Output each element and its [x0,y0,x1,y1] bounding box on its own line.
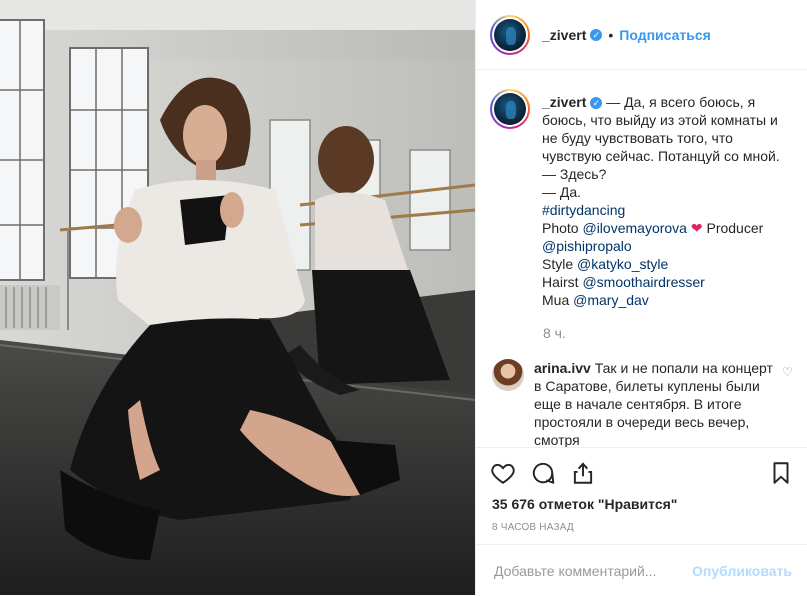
mention-link[interactable]: @katyko_style [577,256,668,272]
red-heart-icon: ❤ [690,220,703,236]
post-header: _zivert ✓ • Подписаться [476,0,807,70]
post-side-panel: _zivert ✓ • Подписаться _zivert ✓ — Да, я… [475,0,807,595]
avatar[interactable] [490,14,530,55]
follow-button[interactable]: Подписаться [619,27,711,43]
mention-link[interactable]: @mary_dav [573,292,649,308]
separator-dot: • [608,26,614,43]
caption-hair-prefix: Hairst [542,274,583,290]
caption-mua-prefix: Mua [542,292,574,308]
mention-link[interactable]: @pishipropalo [542,238,632,254]
verified-badge-icon: ✓ [590,97,603,110]
mention-link[interactable]: @smoothairdresser [582,274,704,290]
likes-count[interactable]: 35 676 отметок "Нравится" [476,488,807,512]
caption-time[interactable]: 8 ч. [543,325,807,341]
publish-button[interactable]: Опубликовать [692,563,792,579]
caption-line: — Да. [542,184,582,200]
comment-username[interactable]: arina.ivv [534,360,591,376]
comments-list[interactable]: _zivert ✓ — Да, я всего боюсь, я боюсь, ч… [476,71,807,447]
share-icon[interactable] [570,460,596,486]
caption-producer-label: Producer [702,220,764,236]
mention-link[interactable]: @ilovemayorova [582,220,686,236]
action-icons-row [476,448,807,488]
heart-outline-icon[interactable] [490,460,516,486]
post-time-ago[interactable]: 8 ЧАСОВ НАЗАД [476,512,807,533]
caption-photo-prefix: Photo [542,220,583,236]
bookmark-icon[interactable] [768,460,794,486]
commenter-avatar[interactable] [492,359,524,391]
hashtag-link[interactable]: #dirtydancing [542,202,625,218]
caption-text: _zivert ✓ — Да, я всего боюсь, я боюсь, ч… [542,93,792,309]
caption-avatar[interactable] [490,89,530,129]
add-comment-bar: Опубликовать [476,544,807,596]
comment-icon[interactable] [530,460,556,486]
caption: _zivert ✓ — Да, я всего боюсь, я боюсь, ч… [476,71,807,309]
comment-text-block: arina.ivv Так и не попали на концерт в С… [534,359,774,447]
verified-badge-icon: ✓ [590,28,603,41]
post-photo-image [0,0,475,595]
instagram-post-view: _zivert ✓ • Подписаться _zivert ✓ — Да, я… [0,0,807,595]
comment-like-heart-icon[interactable]: ♡ [782,365,793,447]
caption-username[interactable]: _zivert [542,94,586,110]
post-actions: 35 676 отметок "Нравится" 8 ЧАСОВ НАЗАД … [476,447,807,596]
post-photo[interactable] [0,0,475,595]
comment-item: arina.ivv Так и не попали на концерт в С… [476,341,807,447]
comment-input[interactable] [492,561,693,580]
header-username[interactable]: _zivert [542,27,586,43]
caption-line: — Здесь? [542,166,607,182]
caption-style-prefix: Style [542,256,578,272]
